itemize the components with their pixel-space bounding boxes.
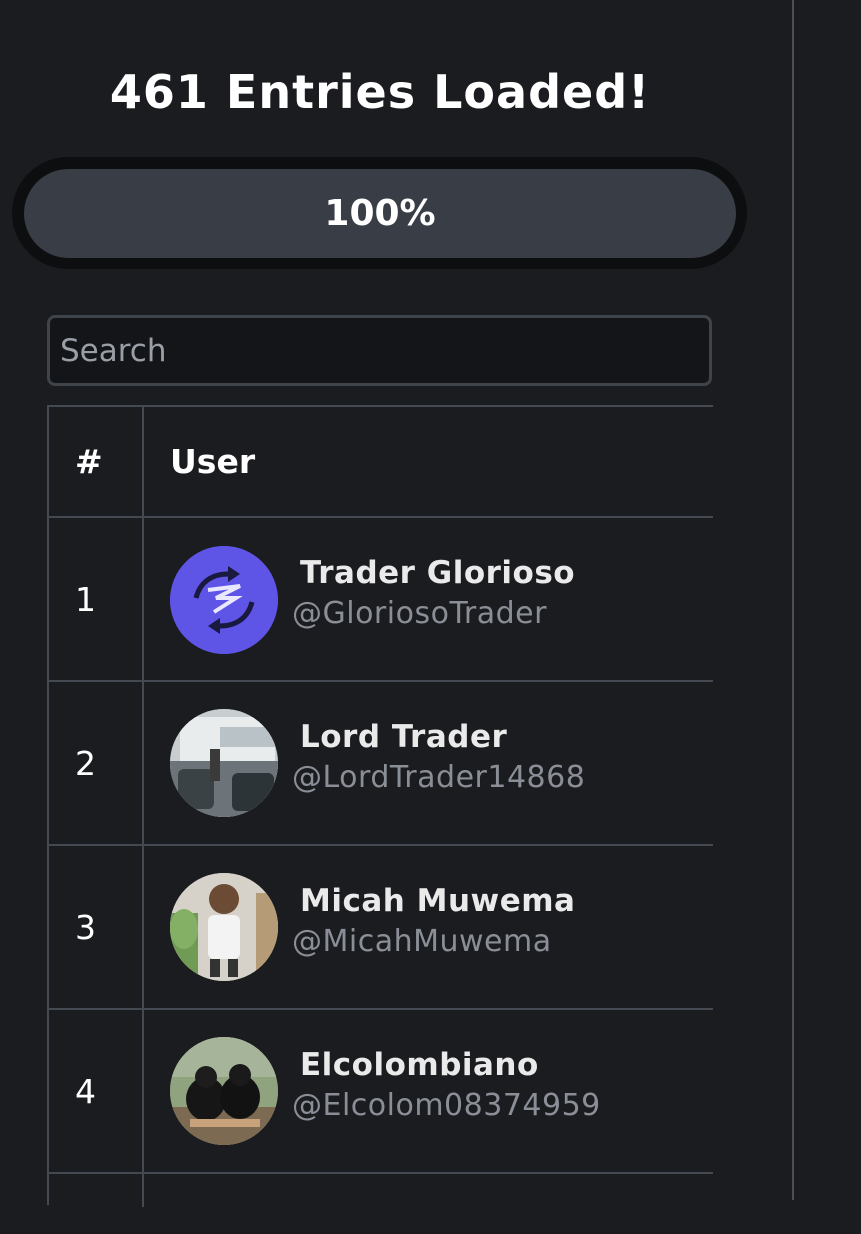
table-header-row: # User xyxy=(49,407,713,518)
user-handle[interactable]: @LordTrader14868 xyxy=(292,760,585,795)
table-row[interactable] xyxy=(49,1174,713,1234)
rank-number: 3 xyxy=(75,908,96,947)
leaderboard-table: # User 1 Trader Glorioso @GloriosoTrader… xyxy=(47,405,713,1207)
rank-number: 4 xyxy=(75,1072,96,1111)
user-display-name[interactable]: Trader Glorioso xyxy=(300,555,575,591)
column-header-rank[interactable]: # xyxy=(75,442,103,481)
search-input[interactable] xyxy=(47,315,712,386)
user-handle[interactable]: @Elcolom08374959 xyxy=(292,1088,601,1123)
table-row[interactable]: 4 Elcolombiano @Elcolom08374959 xyxy=(49,1010,713,1174)
user-handle[interactable]: @GloriosoTrader xyxy=(292,596,547,631)
column-header-user[interactable]: User xyxy=(170,442,255,481)
table-row[interactable]: 2 Lord Trader @LordTrader14868 xyxy=(49,682,713,846)
page-title: 461 Entries Loaded! xyxy=(109,65,651,119)
panel-divider xyxy=(792,0,794,1200)
logo-arrows-avatar[interactable] xyxy=(170,546,278,654)
photo-avatar[interactable] xyxy=(170,709,278,817)
user-handle[interactable]: @MicahMuwema xyxy=(292,924,552,959)
table-row[interactable]: 3 Micah Muwema @MicahMuwema xyxy=(49,846,713,1010)
photo-avatar[interactable] xyxy=(170,873,278,981)
progress-label: 100% xyxy=(324,193,436,234)
user-display-name[interactable]: Elcolombiano xyxy=(300,1047,539,1083)
user-display-name[interactable]: Micah Muwema xyxy=(300,883,575,919)
photo-avatar[interactable] xyxy=(170,1037,278,1145)
rank-number: 2 xyxy=(75,744,96,783)
user-display-name[interactable]: Lord Trader xyxy=(300,719,507,755)
table-row[interactable]: 1 Trader Glorioso @GloriosoTrader xyxy=(49,518,713,682)
rank-number: 1 xyxy=(75,580,96,619)
